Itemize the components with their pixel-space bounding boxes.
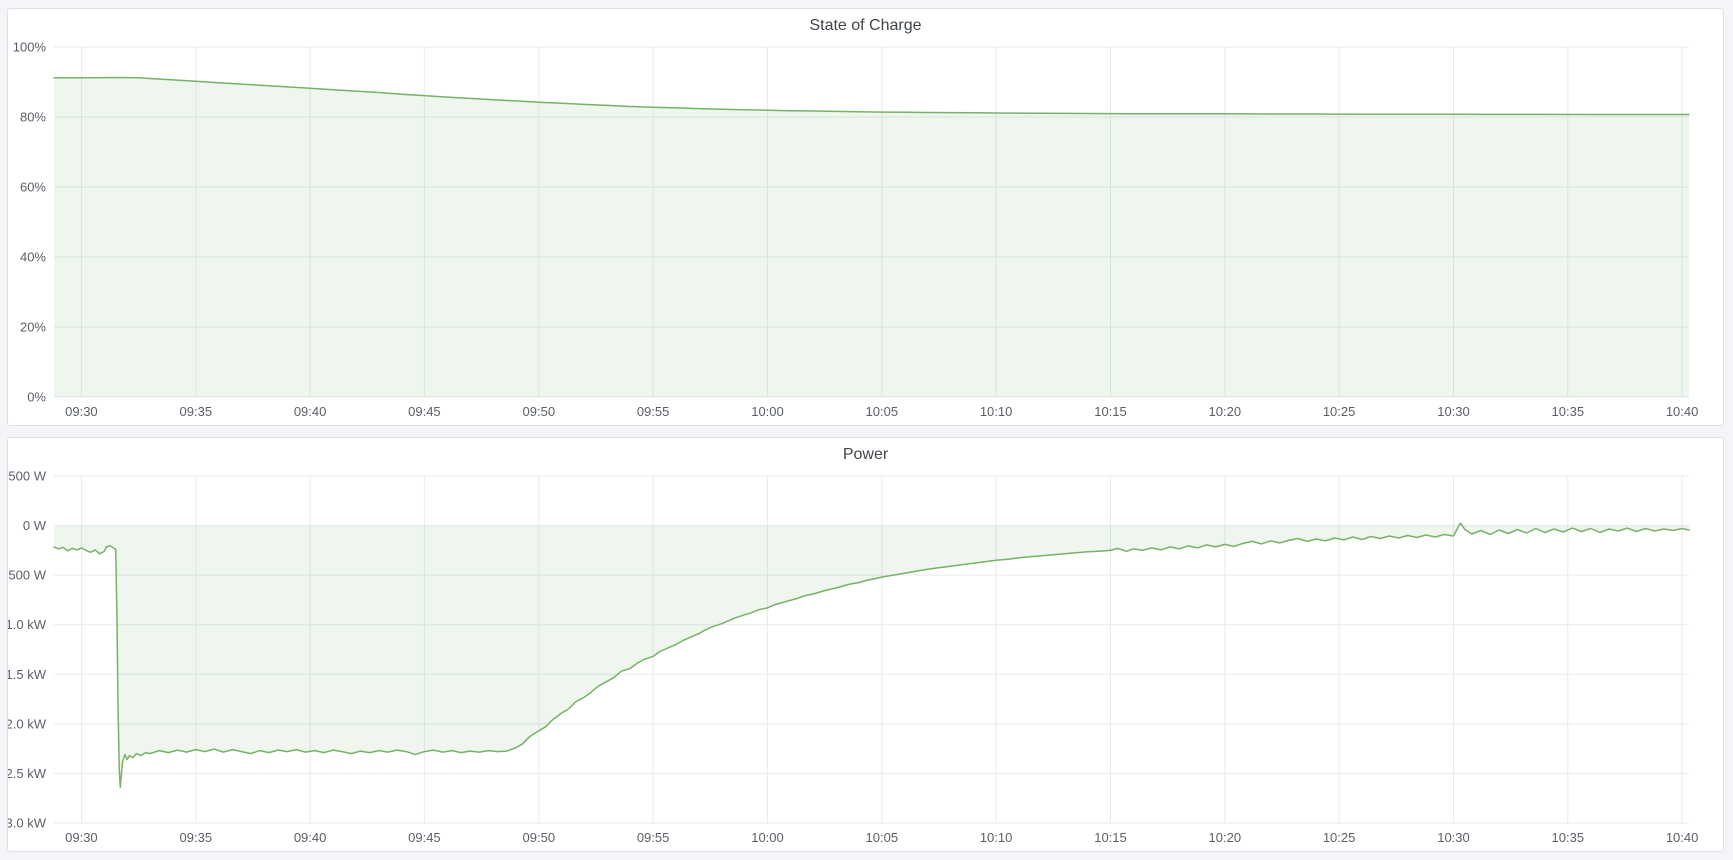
power-chart[interactable]: 500 W 0 W -500 W -1.0 kW -1.5 kW -2.0 kW -2.5 … (8, 468, 1723, 851)
state-of-charge-plot: 100% 80% 60% 40% 20% 0% 09:30 09:35 09:40 09:45 09… (8, 39, 1723, 425)
svg-text:60%: 60% (20, 180, 46, 195)
panel-title-state-of-charge[interactable]: State of Charge (8, 9, 1723, 39)
svg-text:-500 W: -500 W (8, 568, 47, 583)
svg-text:10:00: 10:00 (751, 404, 784, 419)
svg-text:10:30: 10:30 (1437, 830, 1470, 845)
svg-text:10:25: 10:25 (1323, 404, 1356, 419)
svg-text:10:10: 10:10 (980, 830, 1013, 845)
svg-text:500 W: 500 W (8, 469, 46, 484)
svg-text:10:30: 10:30 (1437, 404, 1470, 419)
svg-text:80%: 80% (20, 110, 46, 125)
panel-state-of-charge: State of Charge 100% 80% 60% 40% 20% 0% 09:30 0… (7, 8, 1724, 426)
panel-title-power[interactable]: Power (8, 438, 1723, 468)
svg-text:09:35: 09:35 (180, 404, 213, 419)
svg-text:09:55: 09:55 (637, 830, 670, 845)
svg-text:-2.0 kW: -2.0 kW (8, 716, 47, 731)
svg-text:-1.0 kW: -1.0 kW (8, 617, 47, 632)
svg-text:-1.5 kW: -1.5 kW (8, 667, 47, 682)
svg-text:20%: 20% (20, 320, 46, 335)
svg-text:10:20: 10:20 (1209, 830, 1242, 845)
svg-text:09:50: 09:50 (523, 404, 556, 419)
state-of-charge-chart[interactable]: 100% 80% 60% 40% 20% 0% 09:30 09:35 09:40 09:45 09… (8, 39, 1723, 425)
svg-text:10:15: 10:15 (1094, 404, 1127, 419)
svg-text:09:30: 09:30 (65, 830, 98, 845)
svg-text:09:50: 09:50 (523, 830, 556, 845)
svg-text:10:35: 10:35 (1552, 404, 1585, 419)
power-plot: 500 W 0 W -500 W -1.0 kW -1.5 kW -2.0 kW -2.5 … (8, 468, 1723, 851)
svg-text:10:00: 10:00 (751, 830, 784, 845)
svg-text:10:40: 10:40 (1666, 404, 1699, 419)
panel-power: Power 500 W 0 W -500 W -1.0 kW -1.5 kW -2.0 k… (7, 437, 1724, 852)
dashboard: State of Charge 100% 80% 60% 40% 20% 0% 09:30 0… (7, 8, 1724, 852)
svg-text:09:45: 09:45 (408, 830, 441, 845)
svg-text:0%: 0% (27, 390, 46, 405)
svg-text:09:30: 09:30 (65, 404, 98, 419)
svg-text:-2.5 kW: -2.5 kW (8, 766, 47, 781)
svg-text:10:10: 10:10 (980, 404, 1013, 419)
svg-text:10:35: 10:35 (1552, 830, 1585, 845)
svg-text:10:40: 10:40 (1666, 830, 1699, 845)
svg-text:09:35: 09:35 (180, 830, 213, 845)
svg-text:10:15: 10:15 (1094, 830, 1127, 845)
svg-text:09:40: 09:40 (294, 830, 327, 845)
svg-text:09:55: 09:55 (637, 404, 670, 419)
svg-text:10:05: 10:05 (866, 404, 899, 419)
svg-text:10:20: 10:20 (1209, 404, 1242, 419)
svg-text:40%: 40% (20, 250, 46, 265)
svg-text:100%: 100% (13, 40, 47, 55)
svg-text:09:45: 09:45 (408, 404, 441, 419)
svg-text:-3.0 kW: -3.0 kW (8, 816, 47, 831)
svg-text:09:40: 09:40 (294, 404, 327, 419)
svg-text:10:05: 10:05 (866, 830, 899, 845)
svg-text:10:25: 10:25 (1323, 830, 1356, 845)
svg-text:0 W: 0 W (23, 518, 47, 533)
